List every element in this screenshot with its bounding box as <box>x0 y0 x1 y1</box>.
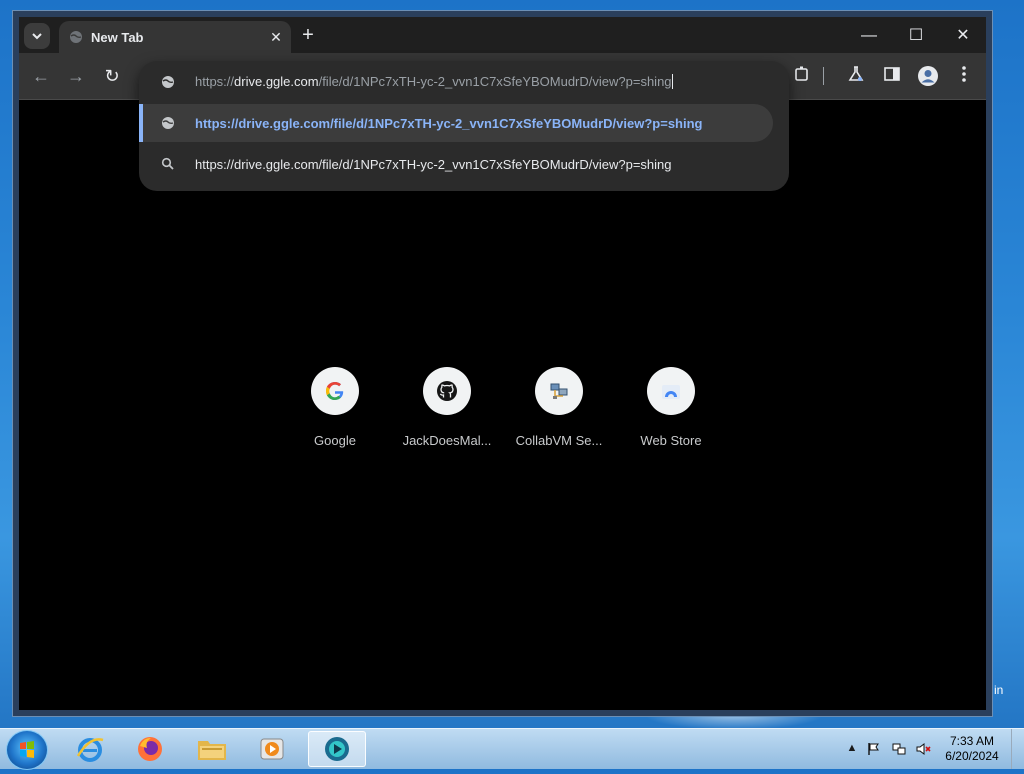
firefox-icon <box>138 737 162 761</box>
web-store-icon <box>647 367 695 415</box>
suggestion-url: https://drive.ggle.com/file/d/1NPc7xTH-y… <box>195 116 703 131</box>
omnibox-suggestion-selected[interactable]: https://drive.ggle.com/file/d/1NPc7xTH-y… <box>139 104 773 142</box>
taskbar-file-explorer[interactable] <box>186 731 238 767</box>
shortcut-label: Google <box>314 433 356 448</box>
folder-icon <box>198 741 226 760</box>
start-button[interactable] <box>6 730 48 770</box>
desktop-partial-label: in <box>994 683 1004 697</box>
shortcut-label: CollabVM Se... <box>515 433 603 448</box>
address-bar[interactable]: https://drive.ggle.com/file/d/1NPc7xTH-y… <box>139 61 789 103</box>
globe-icon <box>162 117 174 129</box>
clock-date: 6/20/2024 <box>945 749 999 763</box>
browser-window: New Tab ✕ + — ☐ ✕ ← → ↻ https://drive.gg… <box>12 10 993 717</box>
suggestion-search-text: https://drive.ggle.com/file/d/1NPc7xTH-y… <box>195 157 672 172</box>
omnibox-suggestion-search[interactable]: https://drive.ggle.com/file/d/1NPc7xTH-y… <box>139 145 773 183</box>
selection-indicator <box>139 104 143 142</box>
media-player-icon <box>260 738 284 760</box>
menu-kebab-icon[interactable] <box>953 65 975 87</box>
windows-logo-icon <box>20 741 34 758</box>
browser-app-icon <box>325 737 349 761</box>
shortcut-collabvm[interactable]: CollabVM Se... <box>503 361 615 461</box>
search-icon <box>161 157 174 170</box>
clock-time: 7:33 AM <box>949 734 995 748</box>
taskbar-browser-active[interactable] <box>308 731 366 767</box>
back-button[interactable]: ← <box>30 65 52 87</box>
profile-avatar-icon[interactable] <box>917 65 939 87</box>
google-icon <box>311 367 359 415</box>
close-button[interactable]: ✕ <box>948 25 978 47</box>
forward-button[interactable]: → <box>65 65 87 87</box>
taskbar-internet-explorer[interactable] <box>64 731 116 767</box>
shortcut-label: Web Store <box>640 433 702 448</box>
reload-button[interactable]: ↻ <box>101 65 123 87</box>
tab-new-tab[interactable]: New Tab ✕ <box>59 21 291 53</box>
text-caret <box>671 74 673 89</box>
tab-search-button[interactable] <box>24 23 50 49</box>
tab-strip: New Tab ✕ + — ☐ ✕ <box>19 17 986 53</box>
taskbar-clock[interactable]: 7:33 AM 6/20/2024 <box>936 734 1008 764</box>
new-tab-button[interactable]: + <box>297 24 319 46</box>
show-hidden-icons[interactable]: ▲ <box>845 742 859 756</box>
shortcut-google[interactable]: Google <box>279 361 391 461</box>
side-panel-icon[interactable] <box>881 65 903 87</box>
show-desktop-button[interactable] <box>1011 729 1024 769</box>
minimize-button[interactable]: — <box>854 25 884 47</box>
shortcut-web-store[interactable]: Web Store <box>615 361 727 461</box>
network-tray-icon[interactable] <box>892 742 906 756</box>
github-icon <box>423 367 471 415</box>
volume-muted-icon[interactable] <box>916 742 931 756</box>
taskbar-firefox[interactable] <box>124 731 176 767</box>
globe-icon <box>162 76 174 88</box>
action-center-flag-icon[interactable] <box>867 742 881 756</box>
internet-explorer-icon <box>76 738 104 762</box>
network-icon <box>535 367 583 415</box>
toolbar-divider <box>823 67 824 85</box>
taskbar: ▲ 7:33 AM 6/20/2024 <box>0 728 1024 770</box>
url-scheme: https:// <box>195 74 235 89</box>
url-domain: drive.ggle.com <box>234 74 319 89</box>
browser-client-area: New Tab ✕ + — ☐ ✕ ← → ↻ https://drive.gg… <box>19 17 986 710</box>
shortcut-jackdoesmal[interactable]: JackDoesMal... <box>391 361 503 461</box>
tab-close-icon[interactable]: ✕ <box>267 28 285 46</box>
tab-title: New Tab <box>91 30 144 45</box>
maximize-button[interactable]: ☐ <box>901 25 931 47</box>
chevron-down-icon <box>32 33 42 40</box>
globe-icon <box>70 31 82 43</box>
labs-flask-icon[interactable] <box>845 65 867 87</box>
taskbar-media-player[interactable] <box>246 731 298 767</box>
shortcut-label: JackDoesMal... <box>402 433 492 448</box>
extensions-icon[interactable] <box>791 65 813 87</box>
address-input[interactable]: https://drive.ggle.com/file/d/1NPc7xTH-y… <box>195 74 673 89</box>
omnibox-dropdown: https://drive.ggle.com/file/d/1NPc7xTH-y… <box>139 61 789 191</box>
url-path: /file/d/1NPc7xTH-yc-2_vvn1C7xSfeYBOMudrD… <box>318 74 672 89</box>
